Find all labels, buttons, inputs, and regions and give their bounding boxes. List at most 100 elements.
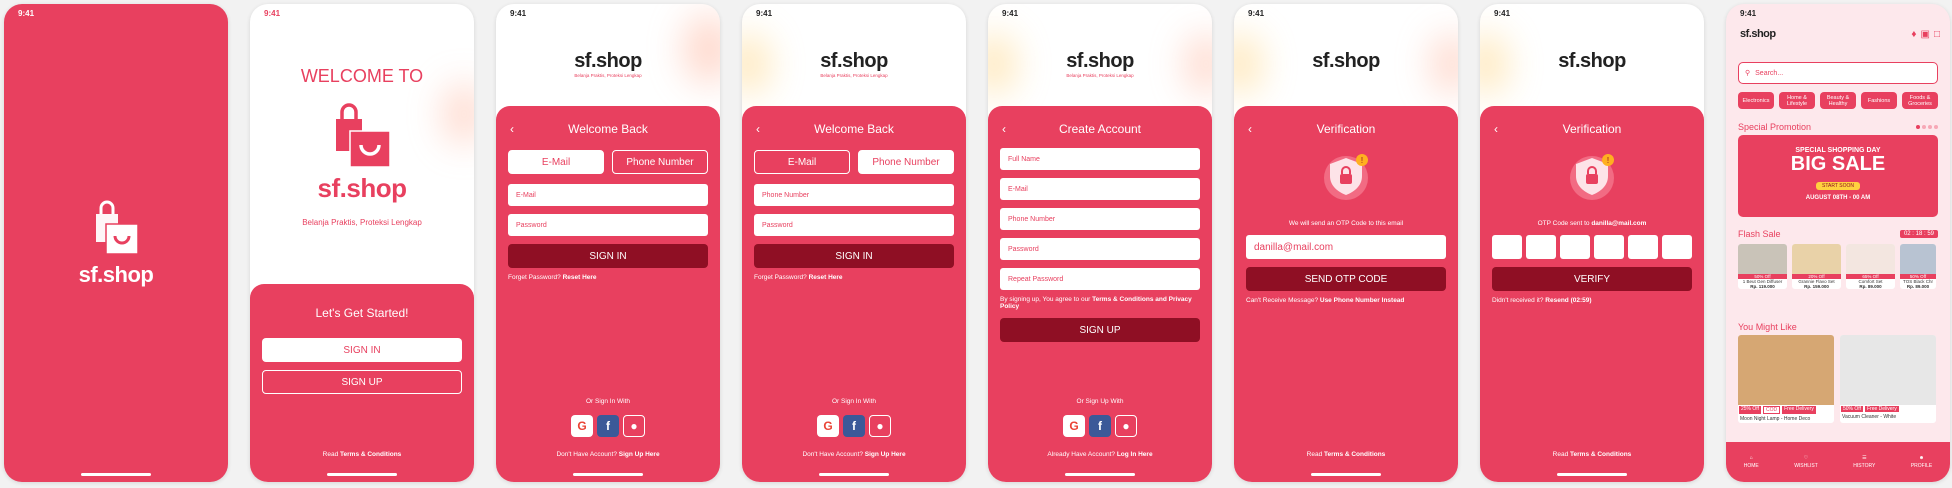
otp-digit-1[interactable] <box>1492 235 1522 259</box>
screens-row: 9:41 sf.shop 9:41 WELCOME TO sf.shop Bel… <box>0 0 1952 488</box>
terms-link[interactable]: Terms & Conditions <box>1324 451 1385 458</box>
flash-item[interactable]: 50% Off TOS Black Chr Rp. 89.000 <box>1900 244 1936 289</box>
back-arrow-icon[interactable]: ‹ <box>510 122 514 136</box>
terms-link[interactable]: Terms & Conditions <box>1570 451 1631 458</box>
reset-link[interactable]: Reset Here <box>563 274 597 281</box>
login-here-link[interactable]: Log In Here <box>1117 451 1153 458</box>
reset-link[interactable]: Reset Here <box>809 274 843 281</box>
apple-icon[interactable]: ● <box>869 415 891 437</box>
bell-icon[interactable]: ♦ <box>1911 29 1916 40</box>
cart-icon[interactable]: ▣ <box>1921 29 1930 40</box>
tab-phone[interactable]: Phone Number <box>858 150 954 174</box>
apple-icon[interactable]: ● <box>623 415 645 437</box>
otp-digit-4[interactable] <box>1594 235 1624 259</box>
sign-in-button[interactable]: SIGN IN <box>508 244 708 268</box>
category-fashions[interactable]: Fashions <box>1861 92 1897 109</box>
like-item[interactable]: 25% Off COD Free Delivery Moon Night Lam… <box>1738 335 1834 423</box>
back-arrow-icon[interactable]: ‹ <box>1002 122 1006 136</box>
sign-in-button[interactable]: SIGN IN <box>262 338 462 362</box>
nav-profile[interactable]: ☻ PROFILE <box>1911 455 1932 469</box>
category-electronics[interactable]: Electronics <box>1738 92 1774 109</box>
google-icon[interactable]: G <box>817 415 839 437</box>
password-field[interactable]: Password <box>508 214 708 236</box>
otp-digit-3[interactable] <box>1560 235 1590 259</box>
agree-label: By signing up, You agree to our <box>1000 296 1091 303</box>
email-field[interactable]: E-Mail <box>508 184 708 206</box>
category-foods[interactable]: Foods & Groceries <box>1902 92 1938 109</box>
delivery-badge: Free Delivery <box>1864 406 1899 412</box>
flash-item[interactable]: 20% Off Grannie Flavo Set Rp. 159.000 <box>1792 244 1841 289</box>
nav-home[interactable]: ⌂ HOME <box>1744 455 1759 469</box>
repeat-password-field[interactable]: Repeat Password <box>1000 268 1200 290</box>
signup-line: Don't Have Account? Sign Up Here <box>496 451 720 458</box>
like-item[interactable]: 50% Off Free Delivery Vacuum Cleaner - W… <box>1840 335 1936 423</box>
sign-in-button[interactable]: SIGN IN <box>754 244 954 268</box>
search-bar[interactable]: ⚲ Search... <box>1738 62 1938 84</box>
status-time: 9:41 <box>510 8 527 18</box>
brand-logo-text: sf.shop <box>78 262 154 287</box>
chat-icon[interactable]: □ <box>1934 29 1940 40</box>
use-phone-link[interactable]: Use Phone Number Instead <box>1320 297 1405 304</box>
decor-blob <box>1432 34 1458 94</box>
tab-phone[interactable]: Phone Number <box>612 150 708 174</box>
sign-up-button[interactable]: SIGN UP <box>262 370 462 394</box>
resend-line: Didn't received it? Resend (02:59) <box>1492 297 1692 304</box>
nav-history[interactable]: ☰ HISTORY <box>1853 455 1875 469</box>
forget-line: Forget Password? Reset Here <box>508 274 708 281</box>
back-arrow-icon[interactable]: ‹ <box>1494 122 1498 136</box>
sign-up-here-link[interactable]: Sign Up Here <box>619 451 660 458</box>
status-bar: 9:41 <box>250 4 474 22</box>
category-beauty[interactable]: Beauty & Healthy <box>1820 92 1856 109</box>
verify-button[interactable]: VERIFY <box>1492 267 1692 291</box>
back-arrow-icon[interactable]: ‹ <box>1248 122 1252 136</box>
otp-digit-2[interactable] <box>1526 235 1556 259</box>
tab-email[interactable]: E-Mail <box>508 150 604 174</box>
google-icon[interactable]: G <box>571 415 593 437</box>
title-text: Create Account <box>1058 122 1142 136</box>
tab-email[interactable]: E-Mail <box>754 150 850 174</box>
password-field[interactable]: Password <box>754 214 954 236</box>
welcome-heading: WELCOME TO <box>300 66 424 86</box>
flash-item[interactable]: 65% Off Comfort Set Rp. 89.000 <box>1846 244 1895 289</box>
facebook-icon[interactable]: f <box>843 415 865 437</box>
signin-card: ‹ Welcome Back E-Mail Phone Number E-Mai… <box>496 106 720 482</box>
card-title: ‹ Welcome Back <box>742 122 966 136</box>
email-field[interactable]: E-Mail <box>1000 178 1200 200</box>
resend-link[interactable]: Resend (02:59) <box>1545 297 1591 304</box>
email-field[interactable]: danilla@mail.com <box>1246 235 1446 259</box>
phone-field[interactable]: Phone Number <box>1000 208 1200 230</box>
sign-up-here-link[interactable]: Sign Up Here <box>865 451 906 458</box>
svg-text:!: ! <box>1607 156 1609 165</box>
read-label: Read <box>322 451 339 458</box>
password-field[interactable]: Password <box>1000 238 1200 260</box>
bookmark-icon: ♡ <box>1803 455 1809 461</box>
home-indicator <box>81 473 151 476</box>
send-otp-button[interactable]: SEND OTP CODE <box>1246 267 1446 291</box>
promo-banner[interactable]: SPECIAL SHOPPING DAY BIG SALE START SOON… <box>1738 135 1938 217</box>
facebook-icon[interactable]: f <box>1089 415 1111 437</box>
brand-tagline: Belanja Praktis, Proteksi Lengkap <box>574 73 642 78</box>
google-icon[interactable]: G <box>1063 415 1085 437</box>
product-image <box>1738 335 1834 405</box>
search-input[interactable]: Search... <box>1755 70 1783 77</box>
welcome-screen: 9:41 WELCOME TO sf.shop Belanja Praktis,… <box>250 4 474 482</box>
nav-wishlist[interactable]: ♡ WISHLIST <box>1794 455 1818 469</box>
status-time: 9:41 <box>264 8 281 18</box>
terms-line: Read Terms & Conditions <box>1480 451 1704 458</box>
flash-item[interactable]: 50% Off 1 Beut Gen Diffuser Rp. 119.000 <box>1738 244 1787 289</box>
sign-up-button[interactable]: SIGN UP <box>1000 318 1200 342</box>
otp-digit-6[interactable] <box>1662 235 1692 259</box>
full-name-field[interactable]: Full Name <box>1000 148 1200 170</box>
product-image <box>1846 244 1895 274</box>
category-home-lifestyle[interactable]: Home & Lifestyle <box>1779 92 1815 109</box>
product-name: Moon Night Lamp - Home Deco <box>1740 416 1811 422</box>
facebook-icon[interactable]: f <box>597 415 619 437</box>
decor-blob <box>1480 34 1506 94</box>
nav-label: HOME <box>1743 463 1759 469</box>
header-logo: sf.shop <box>1480 50 1704 73</box>
apple-icon[interactable]: ● <box>1115 415 1137 437</box>
terms-link[interactable]: Terms & Conditions <box>340 451 401 458</box>
phone-field[interactable]: Phone Number <box>754 184 954 206</box>
back-arrow-icon[interactable]: ‹ <box>756 122 760 136</box>
otp-digit-5[interactable] <box>1628 235 1658 259</box>
